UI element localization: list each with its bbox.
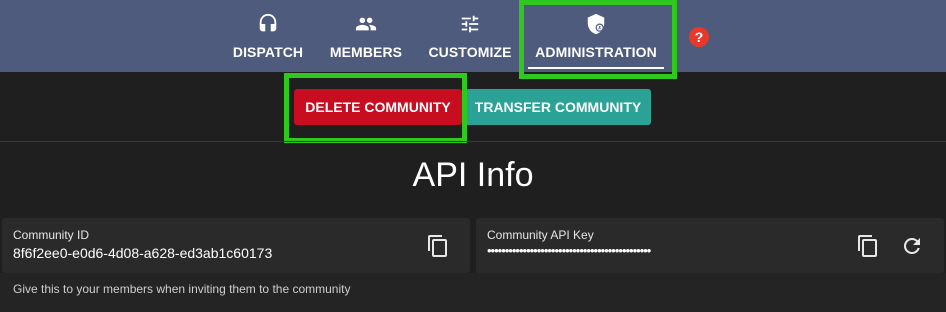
tab-members-label: MEMBERS (329, 43, 403, 60)
api-key-label: Community API Key (487, 228, 594, 242)
page-title: API Info (412, 156, 534, 194)
people-icon (355, 13, 377, 40)
community-id-card: Community ID 8f6f2ee0-e0d6-4d08-a628-ed3… (2, 218, 470, 273)
help-button[interactable]: ? (689, 27, 709, 47)
tab-customize[interactable]: CUSTOMIZE (425, 0, 515, 72)
top-navigation: DISPATCH MEMBERS CUSTOMIZE ADMINISTRATIO… (0, 0, 946, 72)
tab-dispatch[interactable]: DISPATCH (230, 0, 306, 72)
api-key-value: ••••••••••••••••••••••••••••••••••••••••… (487, 243, 651, 258)
community-id-hint: Give this to your members when inviting … (0, 273, 946, 312)
sliders-icon (459, 13, 481, 40)
community-id-label: Community ID (13, 228, 90, 242)
api-key-card: Community API Key ••••••••••••••••••••••… (476, 218, 944, 273)
hint-text: Give this to your members when inviting … (13, 282, 351, 296)
tab-members[interactable]: MEMBERS (326, 0, 406, 72)
copy-icon[interactable] (426, 234, 450, 258)
tab-customize-label: CUSTOMIZE (428, 43, 512, 60)
highlight-box-delete (284, 73, 467, 143)
refresh-icon[interactable] (900, 234, 924, 258)
community-id-value: 8f6f2ee0-e0d6-4d08-a628-ed3ab1c60173 (13, 245, 273, 261)
tab-dispatch-label: DISPATCH (232, 43, 304, 60)
section-divider (0, 141, 946, 142)
transfer-community-button[interactable]: TRANSFER COMMUNITY (465, 89, 651, 125)
highlight-box-administration (519, 0, 677, 79)
copy-icon[interactable] (856, 234, 880, 258)
headset-icon (257, 13, 279, 40)
